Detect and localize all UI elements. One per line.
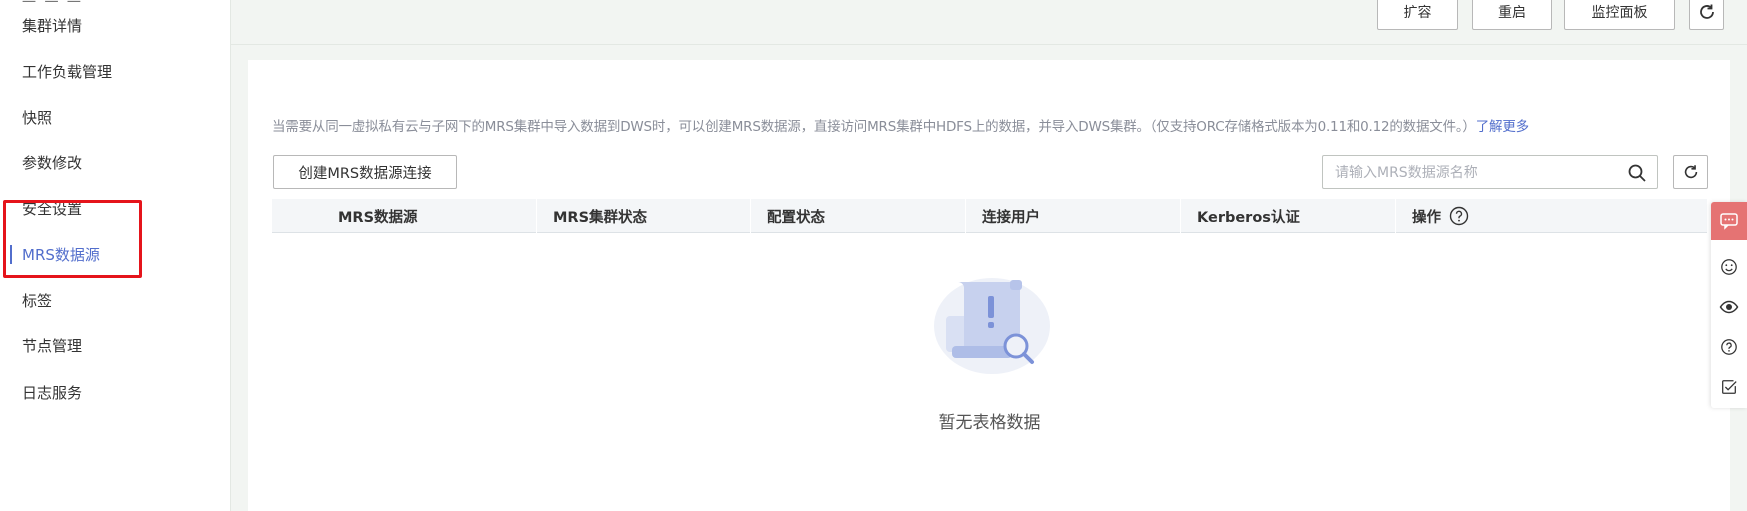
checklist-button[interactable] (1719, 377, 1739, 397)
table-header: MRS数据源 MRS集群状态 配置状态 连接用户 Kerberos认证 操作 (272, 199, 1707, 233)
sidebar-item-label: 参数修改 (22, 153, 83, 172)
sidebar-item-tags[interactable]: 标签 (0, 280, 231, 320)
col-config-status: 配置状态 (767, 209, 825, 226)
empty-state-text: 暂无表格数据 (938, 413, 1041, 433)
sidebar-item-label: 标签 (22, 291, 53, 310)
refresh-icon (1699, 4, 1714, 19)
sidebar-item-label: 安全设置 (22, 199, 83, 218)
sidebar-item-label: 节点管理 (22, 336, 83, 355)
search-input[interactable]: 请输入MRS数据源名称 (1322, 155, 1658, 189)
sidebar-item-label: 快照 (22, 108, 53, 127)
table-refresh-button[interactable] (1673, 155, 1708, 189)
sidebar-item-label: 日志服务 (22, 383, 83, 402)
monitor-panel-button[interactable]: 监控面板 (1564, 0, 1675, 30)
sidebar: 一 一 一 集群详情 工作负载管理 快照 参数修改 安全设置 MRS数据源 标签… (0, 0, 231, 511)
checklist-icon (1722, 380, 1737, 394)
eye-icon (1719, 300, 1739, 314)
empty-document-illustration (934, 278, 1050, 374)
help-icon[interactable] (1449, 206, 1469, 226)
top-refresh-button[interactable] (1689, 0, 1724, 30)
floating-toolbar (1711, 202, 1747, 408)
sidebar-item-mrs-datasource[interactable]: MRS数据源 (0, 234, 231, 274)
create-mrs-datasource-button[interactable]: 创建MRS数据源连接 (273, 155, 457, 189)
col-mrs-datasource: MRS数据源 (338, 209, 418, 226)
feedback-button[interactable] (1719, 257, 1739, 277)
sidebar-item-nodes[interactable]: 节点管理 (0, 325, 231, 365)
sidebar-item-parameters[interactable]: 参数修改 (0, 142, 231, 182)
smile-icon (1721, 259, 1737, 275)
chat-button[interactable] (1711, 202, 1747, 240)
scale-out-button[interactable]: 扩容 (1377, 0, 1458, 30)
sidebar-item-label: 工作负载管理 (22, 62, 113, 81)
search-placeholder: 请输入MRS数据源名称 (1335, 165, 1478, 181)
restart-button[interactable]: 重启 (1472, 0, 1552, 30)
col-operation-label: 操作 (1412, 209, 1441, 226)
top-divider (231, 44, 1747, 45)
sidebar-item-security[interactable]: 安全设置 (0, 188, 231, 228)
col-operation: 操作 (1412, 199, 1469, 233)
sidebar-item-cluster-details[interactable]: 集群详情 (0, 5, 231, 45)
sidebar-item-workload[interactable]: 工作负载管理 (0, 51, 231, 91)
info-description: 当需要从同一虚拟私有云与子网下的MRS集群中导入数据到DWS时，可以创建MRS数… (272, 119, 1476, 135)
learn-more-link[interactable]: 了解更多 (1476, 119, 1529, 135)
view-button[interactable] (1719, 297, 1739, 317)
sidebar-item-snapshot[interactable]: 快照 (0, 97, 231, 137)
col-separator (1395, 199, 1396, 233)
col-separator (750, 199, 751, 233)
col-separator (1180, 199, 1181, 233)
help-button[interactable] (1719, 337, 1739, 357)
chat-icon (1720, 213, 1738, 230)
col-separator (965, 199, 966, 233)
info-text: 当需要从同一虚拟私有云与子网下的MRS集群中导入数据到DWS时，可以创建MRS数… (272, 115, 1529, 135)
help-icon (1721, 339, 1737, 355)
col-cluster-status: MRS集群状态 (553, 209, 648, 226)
col-kerberos: Kerberos认证 (1197, 209, 1300, 226)
sidebar-item-label: 集群详情 (22, 16, 83, 35)
refresh-icon (1684, 165, 1697, 179)
col-separator (536, 199, 537, 233)
sidebar-item-label: MRS数据源 (22, 245, 100, 264)
sidebar-item-logs[interactable]: 日志服务 (0, 372, 231, 412)
search-icon[interactable] (1627, 163, 1647, 183)
col-connect-user: 连接用户 (982, 209, 1040, 226)
